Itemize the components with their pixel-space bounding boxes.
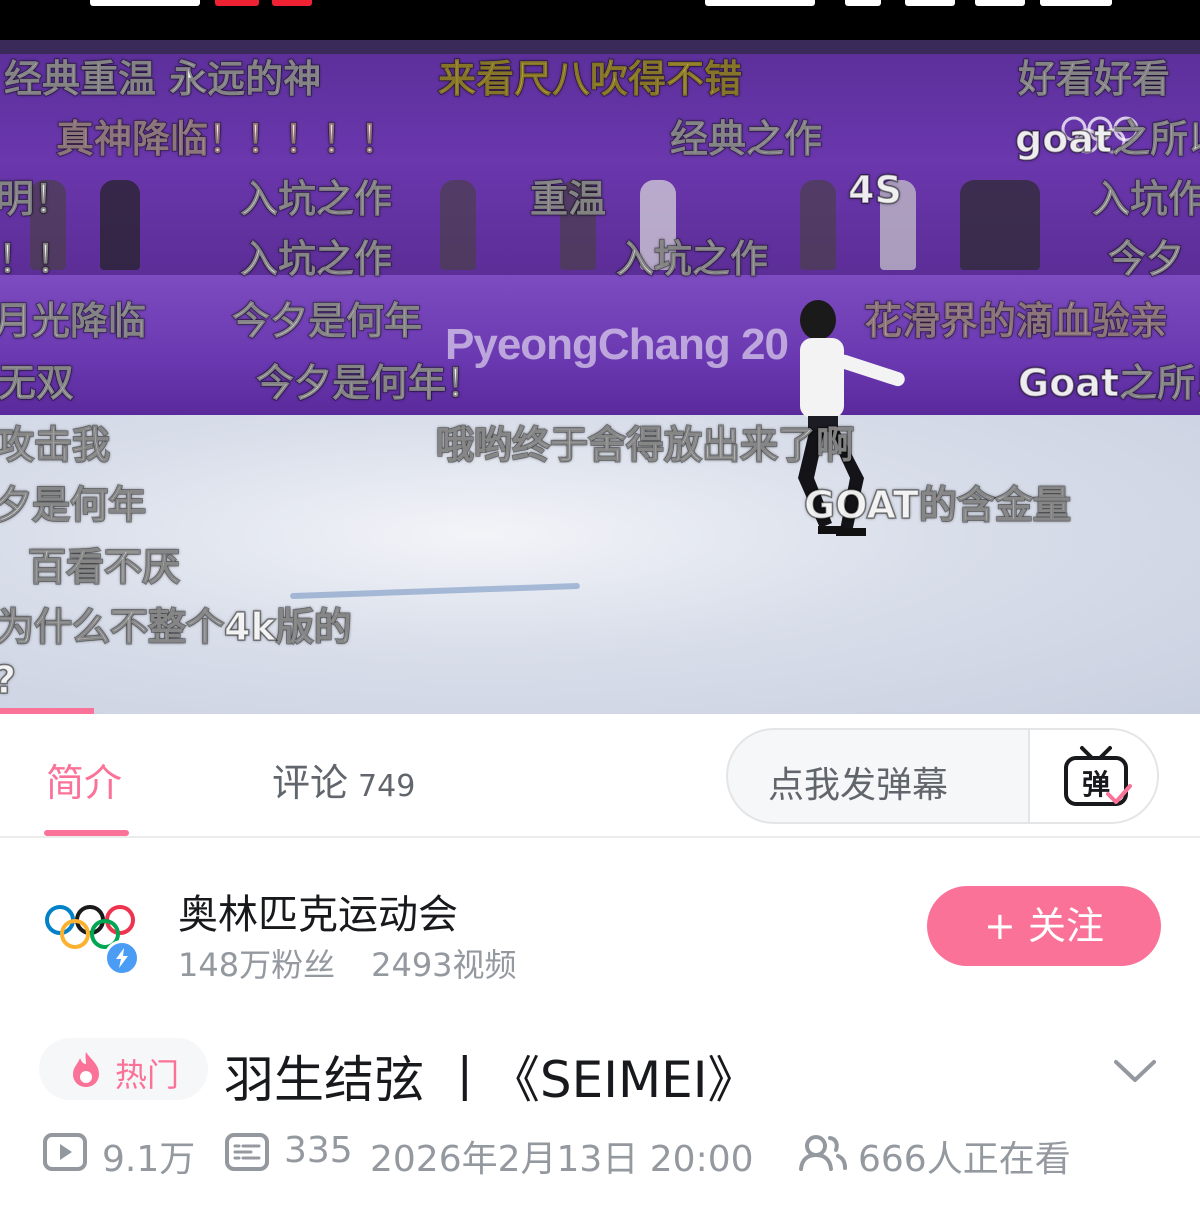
danmaku-comment: 为什么不整个4k版的: [0, 604, 352, 650]
view-count: 9.1万: [102, 1139, 196, 1180]
flame-icon: [73, 1052, 99, 1087]
uploader-name[interactable]: 奥林匹克运动会: [178, 882, 458, 940]
danmaku-comment: 攻击我: [0, 422, 111, 468]
danmaku-comment: ?: [0, 657, 17, 703]
uploader-video-count: 2493视频: [371, 946, 517, 984]
danmaku-comment: 入坑之作: [615, 236, 769, 282]
verified-badge-icon: [104, 940, 140, 976]
danmaku-toggle-button[interactable]: 弹: [1028, 730, 1157, 822]
crowd-figure: [800, 180, 836, 270]
danmaku-comment: ！！: [0, 236, 75, 282]
play-count-icon: [43, 1133, 87, 1171]
board-text: PyeongChang 20: [445, 320, 789, 369]
title-row: 热门 羽生结弦 丨《SEIMEI》: [0, 1030, 1200, 1110]
status-signal-icon: [905, 0, 955, 6]
danmaku-comment: 入坑之作: [239, 176, 393, 222]
danmaku-comment: 经典重温 永远的神: [3, 56, 322, 102]
danmaku-comment: 无双: [0, 360, 75, 406]
tab-comments[interactable]: 评论 749: [272, 752, 415, 807]
danmaku-comment: 好看好看: [1017, 56, 1171, 102]
danmaku-tv-icon: 弹: [1064, 746, 1132, 806]
danmaku-comment: 百看不厌: [27, 544, 181, 590]
danmaku-comment: 来看尺八吹得不错: [437, 56, 743, 102]
danmaku-comment: 4S: [847, 167, 902, 213]
status-app-icon: [272, 0, 312, 6]
watching-people-icon: [799, 1135, 847, 1171]
hot-badge-label: 热门: [115, 1056, 180, 1094]
tab-comments-count: 749: [358, 769, 416, 804]
tab-intro[interactable]: 简介: [46, 752, 122, 807]
danmaku-input[interactable]: 点我发弹幕 弹: [726, 728, 1159, 824]
tab-bar: 简介 评论 749 点我发弹幕 弹: [0, 714, 1200, 838]
danmaku-comment: 明！: [0, 176, 73, 222]
video-meta-row: 9.1万 335 2026年2月13日 20:00 666人正在看: [0, 1128, 1200, 1180]
danmaku-comment: 今夕: [1107, 236, 1185, 282]
status-battery-icon: [1040, 0, 1112, 6]
video-title: 羽生结弦 丨《SEIMEI》: [224, 1051, 758, 1109]
uploader-section: 奥林匹克运动会 148万粉丝 2493视频 + 关注: [0, 860, 1200, 990]
camera-figure: [960, 180, 1040, 270]
follow-button[interactable]: + 关注: [927, 886, 1161, 966]
danmaku-comment: 哦哟终于舍得放出来了啊: [435, 422, 855, 468]
danmaku-comment: 今夕是何年！: [255, 360, 485, 406]
uploader-stats: 148万粉丝 2493视频: [178, 940, 517, 986]
danmaku-comment: 花滑界的滴血验亲: [863, 298, 1169, 344]
crowd-figure: [440, 180, 476, 270]
danmaku-comment: goat之所以: [1014, 116, 1200, 162]
danmaku-comment: GOAT的含金量: [803, 482, 1071, 528]
danmaku-comment: 入坑作: [1091, 176, 1200, 222]
camera-figure: [100, 180, 140, 270]
danmaku-comment: 今夕是何年: [231, 298, 423, 344]
danmaku-input-placeholder: 点我发弹幕: [768, 765, 949, 806]
danmaku-icon-glyph: 弹: [1082, 768, 1110, 801]
danmaku-comment: 入坑之作: [239, 236, 393, 282]
danmaku-comment: 夕是何年: [0, 482, 147, 528]
danmaku-count: 335: [284, 1130, 353, 1171]
chevron-down-icon[interactable]: [1112, 1050, 1158, 1090]
tab-active-indicator: [44, 830, 129, 836]
video-player[interactable]: PyeongChang 20 经典重温 永远的神 来看尺八吹得不错 好看好看 真…: [0, 40, 1200, 714]
danmaku-comment: Goat之所以: [1017, 360, 1200, 406]
status-signal2-icon: [975, 0, 1025, 6]
status-network-speed: [705, 0, 815, 6]
danmaku-comment: 重温: [529, 176, 607, 222]
tab-comments-label: 评论: [272, 761, 349, 805]
danmaku-comment: 真神降临！！！！！: [55, 116, 399, 162]
uploader-fans: 148万粉丝: [178, 946, 336, 984]
status-bar: [0, 0, 1200, 40]
watching-count: 666人正在看: [858, 1139, 1071, 1180]
status-vibrate-icon: [845, 0, 881, 6]
danmaku-count-icon: [225, 1133, 269, 1171]
publish-date: 2026年2月13日 20:00: [370, 1139, 754, 1180]
status-time-fragment: [90, 0, 200, 6]
danmaku-comment: 经典之作: [669, 116, 823, 162]
hot-badge[interactable]: 热门: [39, 1038, 208, 1100]
status-notification-icon: [215, 0, 259, 6]
danmaku-comment: 月光降临: [0, 298, 147, 344]
